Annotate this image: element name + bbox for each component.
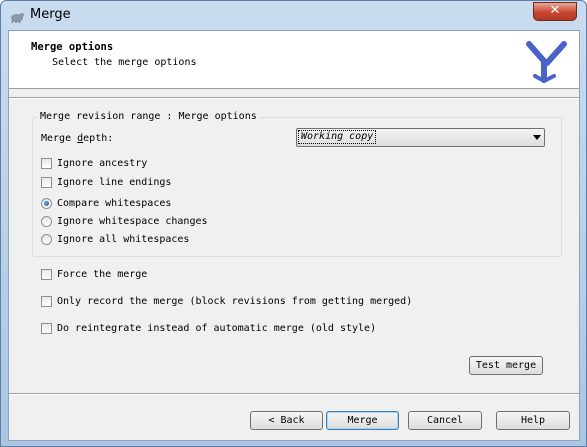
merge-depth-label: Merge depth: [41,133,114,144]
radio-label: Compare whitespaces [57,198,172,209]
radio-button[interactable] [41,198,52,209]
client-area: Merge options Select the merge options M… [8,30,580,441]
divider [9,393,579,395]
checkbox-label: Ignore line endings [57,177,172,188]
radio-label: Ignore whitespace changes [57,216,208,227]
checkbox-label: Ignore ancestry [57,158,148,169]
checkbox-label: Only record the merge (block revisions f… [57,296,413,307]
merge-depth-value: Working copy [297,130,377,144]
groupbox-legend: Merge revision range : Merge options [37,111,260,122]
radio-button[interactable] [41,216,52,227]
page-title: Merge options [31,41,114,53]
close-icon: ✕ [549,3,561,18]
checkbox-label: Do reintegrate instead of automatic merg… [57,323,377,334]
checkbox-box[interactable] [41,296,52,307]
merge-fork-icon [526,41,567,84]
merge-dialog: Merge ✕ Merge options Select the merge o… [0,0,587,447]
divider [9,97,579,99]
checkbox-box[interactable] [41,158,52,169]
back-button[interactable]: < Back [250,411,323,430]
window-title: Merge [30,7,71,22]
titlebar[interactable]: Merge ✕ [1,1,586,29]
merge-depth-dropdown[interactable]: Working copy [296,128,545,147]
checkbox-box[interactable] [41,177,52,188]
radio-button[interactable] [41,234,52,245]
checkbox-box[interactable] [41,323,52,334]
page-subtitle: Select the merge options [52,57,197,68]
merge-button[interactable]: Merge [326,411,399,430]
test-merge-button[interactable]: Test merge [469,356,543,375]
close-button[interactable]: ✕ [533,2,577,21]
help-button[interactable]: Help [496,411,570,430]
tortoise-icon [11,13,24,24]
checkbox-label: Force the merge [57,269,148,280]
checkbox-box[interactable] [41,269,52,280]
cancel-button[interactable]: Cancel [408,411,482,430]
wizard-header: Merge options Select the merge options [9,31,579,89]
radio-label: Ignore all whitespaces [57,234,190,245]
chevron-down-icon [533,135,541,140]
